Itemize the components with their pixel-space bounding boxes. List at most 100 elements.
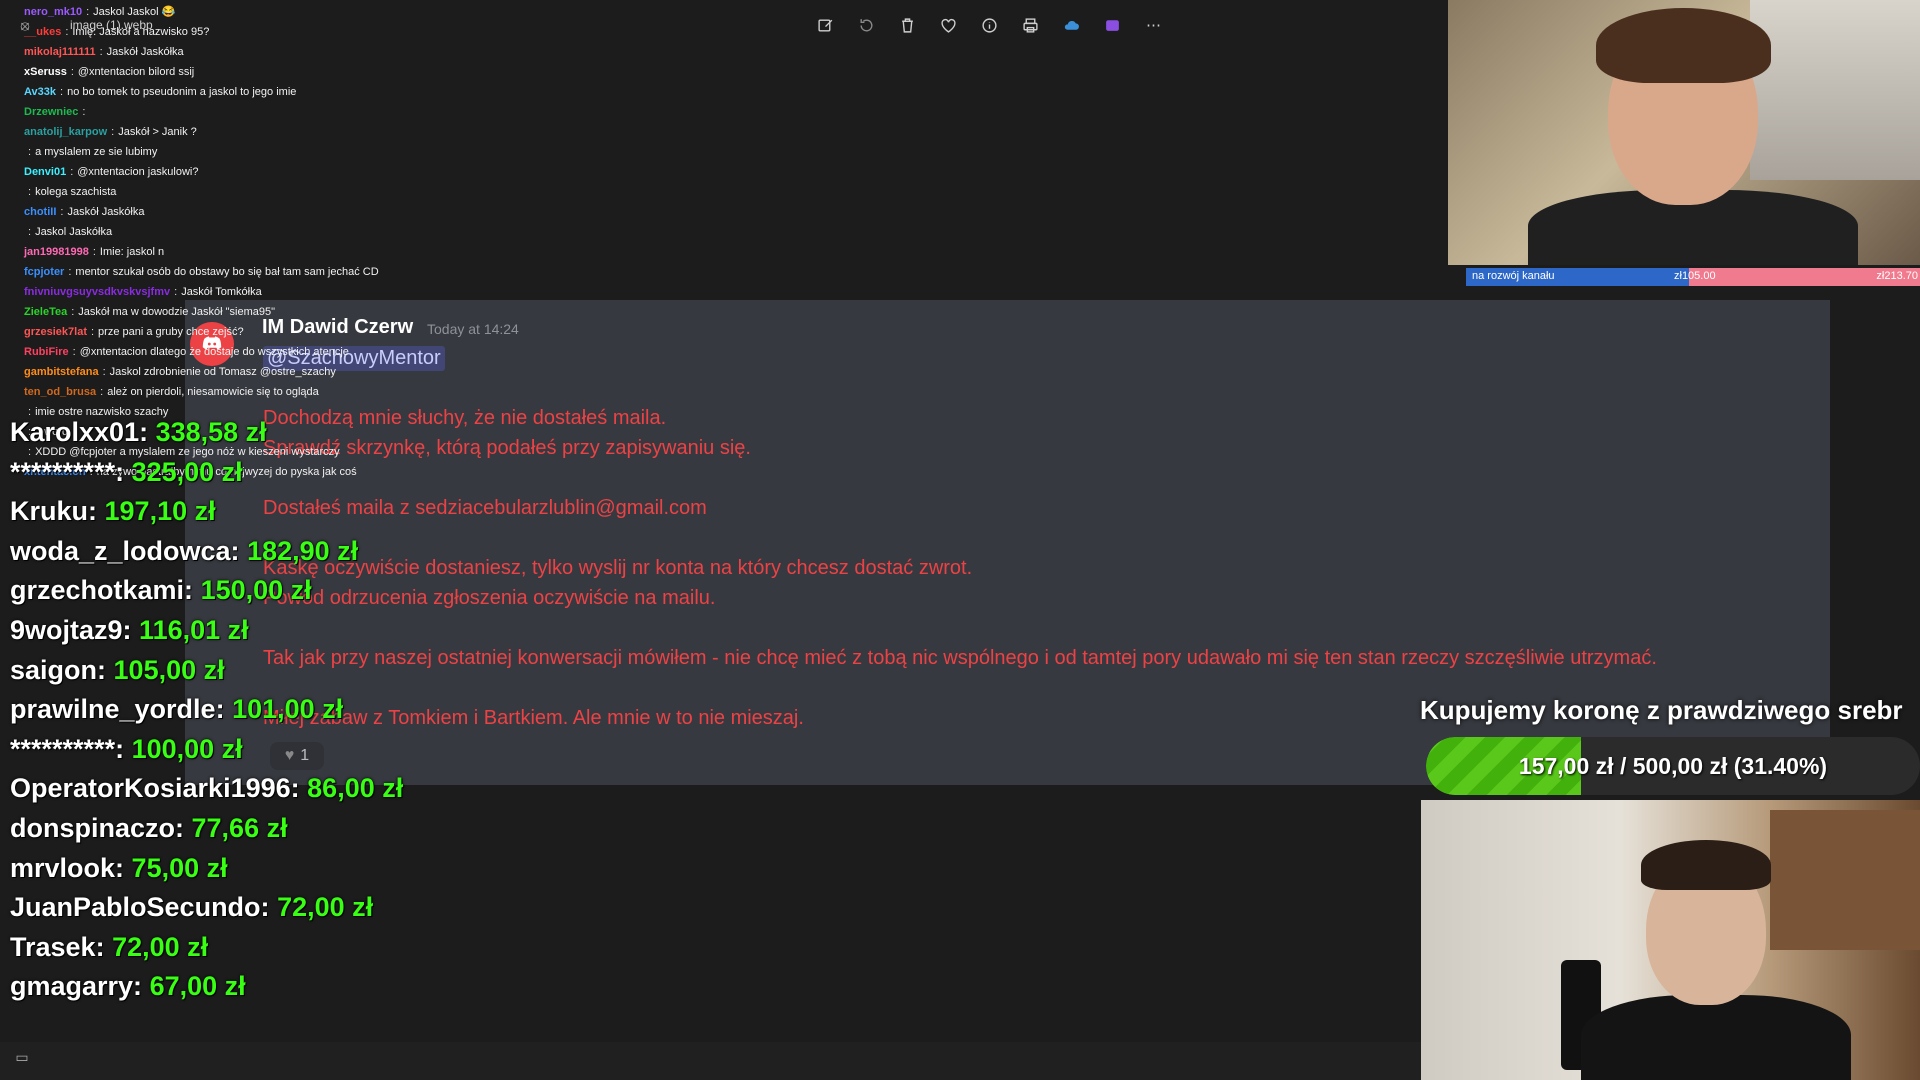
print-icon[interactable] — [1017, 12, 1044, 39]
donation-goal-bar: 157,00 zł / 500,00 zł (31.40%) — [1426, 737, 1920, 795]
rotate-icon[interactable] — [853, 12, 880, 39]
donor-name: 9wojtaz9: — [10, 614, 132, 645]
chat-message: fnivniuvgsuyvsdkvskvsjfmv: Jaskół Tomkółk… — [24, 282, 584, 302]
chat-message: anatolij_karpow: Jaskół > Janik ? — [24, 122, 584, 142]
donor-name: woda_z_lodowca: — [10, 535, 240, 566]
filmstrip-icon[interactable]: ▭ — [12, 1047, 32, 1067]
chat-username[interactable]: grzesiek7lat — [24, 322, 87, 342]
clipchamp-icon[interactable] — [1099, 12, 1126, 39]
chat-text: prze pani a gruby chce zejść? — [98, 326, 244, 338]
chat-separator: : — [28, 186, 32, 198]
webcam-streamer-2 — [1421, 800, 1920, 1080]
donor-name: prawilne_yordle: — [10, 694, 225, 725]
channel-goal-current: zł105.00 — [1674, 270, 1716, 282]
chat-text: mentor szukał osób do obstawy bo się bał… — [75, 266, 379, 278]
donor-name: Karolxx01: — [10, 417, 149, 447]
donor-amount: 100,00 zł — [131, 733, 243, 764]
webcam-streamer-1 — [1448, 0, 1920, 265]
chat-separator: : — [71, 306, 75, 318]
chat-separator: : — [92, 246, 96, 258]
chat-separator: : — [82, 106, 86, 118]
chat-text: Jaskol Jaskółka — [35, 226, 113, 238]
donor-row: mrvlook: 75,00 zł — [10, 853, 403, 893]
chat-text: Jaskół > Janik ? — [118, 126, 197, 138]
chat-message: ZieleTea: Jaskół ma w dowodzie Jaskół "si… — [24, 302, 584, 322]
chat-text: Jaskol zdrobnienie od Tomasz @ostre_szac… — [109, 366, 336, 378]
chat-username[interactable]: mikolaj111111 — [24, 42, 96, 62]
chat-separator: : — [86, 6, 90, 18]
donor-amount: 86,00 zł — [307, 773, 404, 804]
chat-username[interactable]: RubiFire — [24, 342, 69, 362]
donor-row: gmagarry: 67,00 zł — [10, 971, 403, 1011]
chat-username[interactable]: jan19981998 — [24, 242, 89, 262]
donor-name: Trasek: — [10, 931, 105, 962]
top-donors-list: Karolxx01: 338,58 zł **********: 325,00 z… — [10, 417, 403, 1011]
donor-name: JuanPabloSecundo: — [10, 892, 270, 923]
chat-message: :a myslalem ze sie lubimy — [24, 142, 584, 162]
donor-name: donspinaczo: — [10, 812, 184, 843]
donor-amount: 197,10 zł — [104, 496, 216, 527]
chat-username[interactable]: ten_od_brusa — [24, 382, 96, 402]
chat-separator: : — [60, 86, 64, 98]
chat-username[interactable]: nero_mk10 — [24, 2, 82, 22]
chat-text: Imię: Jaskoł a nazwisko 95? — [72, 26, 210, 38]
chat-username[interactable]: Av33k — [24, 82, 56, 102]
donor-name: Kruku: — [10, 496, 97, 527]
chat-separator: : — [68, 266, 72, 278]
chat-username[interactable]: Drzewniec — [24, 102, 78, 122]
chat-text: Jaskół Jaskółka — [67, 206, 145, 218]
donor-row: prawilne_yordle: 101,00 zł — [10, 694, 403, 734]
donor-amount: 75,00 zł — [131, 852, 228, 883]
favorite-icon[interactable] — [935, 12, 962, 39]
chat-username[interactable]: anatolij_karpow — [24, 122, 107, 142]
donor-amount: 150,00 zł — [200, 575, 312, 606]
edit-icon[interactable] — [812, 12, 839, 39]
donor-amount: 116,01 zł — [139, 614, 249, 645]
donor-row: saigon: 105,00 zł — [10, 655, 403, 695]
cloud-icon[interactable] — [1058, 12, 1085, 39]
delete-icon[interactable] — [894, 12, 921, 39]
more-icon[interactable]: ⋯ — [1140, 12, 1167, 39]
chat-separator: : — [100, 386, 104, 398]
donor-amount: 67,00 zł — [149, 971, 246, 1002]
chat-username[interactable]: fnivniuvgsuyvsdkvskvsjfmv — [24, 282, 170, 302]
donor-name: **********: — [10, 456, 125, 487]
chat-separator: : — [111, 126, 115, 138]
image-toolbar: ⋯ — [812, 10, 1167, 40]
chat-username[interactable]: fcpjoter — [24, 262, 64, 282]
chat-separator: : — [28, 146, 32, 158]
donor-row: **********: 100,00 zł — [10, 734, 403, 774]
chat-text: kolega szachista — [35, 186, 117, 198]
donor-row: JuanPabloSecundo: 72,00 zł — [10, 892, 403, 932]
donor-amount: 182,90 zł — [247, 535, 359, 566]
donor-name: OperatorKosiarki1996: — [10, 773, 300, 804]
chat-username[interactable]: xSeruss — [24, 62, 67, 82]
donor-name: **********: — [10, 733, 125, 764]
stream-chat: nero_mk10: Jaskol Jaskol 😂 __ukes: Imię: Ja… — [24, 2, 584, 482]
chat-username[interactable]: ZieleTea — [24, 302, 67, 322]
donor-row: Kruku: 197,10 zł — [10, 496, 403, 536]
donor-row: grzechotkami: 150,00 zł — [10, 575, 403, 615]
chat-text: ależ on pierdoli, niesamowicie się to og… — [107, 386, 319, 398]
chat-text: @xntentacion jaskulowi? — [77, 166, 199, 178]
chat-message: __ukes: Imię: Jaskoł a nazwisko 95? — [24, 22, 584, 42]
chat-separator: : — [70, 66, 74, 78]
chat-username[interactable]: __ukes — [24, 22, 61, 42]
donation-goal-text: 157,00 zł / 500,00 zł (31.40%) — [1518, 753, 1828, 779]
donor-name: gmagarry: — [10, 971, 143, 1002]
info-icon[interactable] — [976, 12, 1003, 39]
chat-separator: : — [65, 26, 69, 38]
chat-message: chotiII: Jaskół Jaskółka — [24, 202, 584, 222]
donor-amount: 338,58 zł — [155, 417, 267, 447]
chat-username[interactable]: Denvi01 — [24, 162, 66, 182]
chat-separator: : — [70, 166, 74, 178]
chat-text: Jaskol Jaskol 😂 — [93, 6, 176, 18]
chat-username[interactable]: chotiII — [24, 202, 56, 222]
chat-message: xSeruss: @xntentacion bilord ssij — [24, 62, 584, 82]
channel-goal-bar: na rozwój kanału zł105.00 zł213.70 — [1466, 268, 1920, 286]
chat-message: ten_od_brusa: ależ on pierdoli, niesamowi… — [24, 382, 584, 402]
donor-row: OperatorKosiarki1996: 86,00 zł — [10, 773, 403, 813]
chat-text: Imie: jaskol n — [99, 246, 165, 258]
chat-username[interactable]: gambitstefana — [24, 362, 99, 382]
chat-message: grzesiek7lat: prze pani a gruby chce zejś… — [24, 322, 584, 342]
